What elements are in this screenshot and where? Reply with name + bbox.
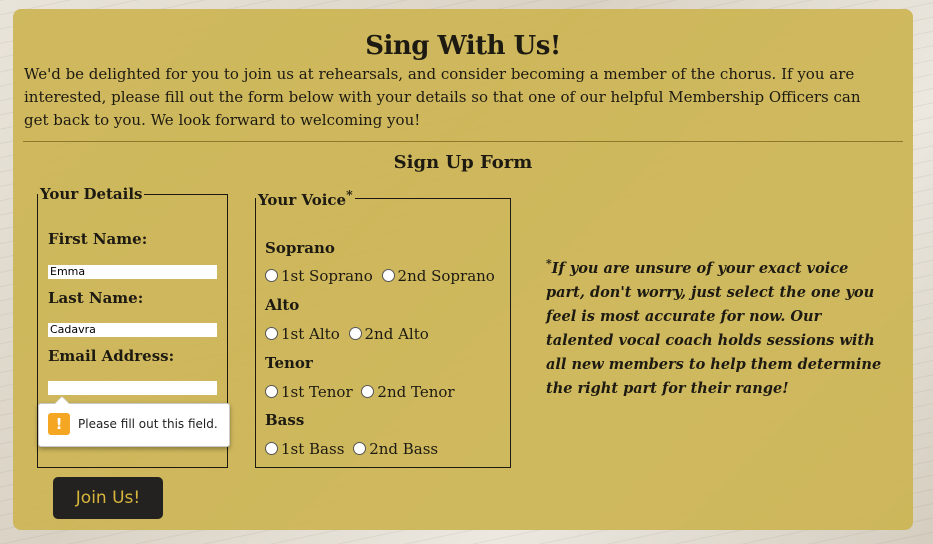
radio-circle[interactable] [381, 269, 395, 282]
radio-circle[interactable] [265, 327, 278, 340]
first-name-label: First Name: [48, 230, 148, 248]
voice-note-text: If you are unsure of your exact voice pa… [546, 259, 882, 397]
first-name-input[interactable] [48, 265, 217, 279]
radio-circle[interactable] [348, 327, 362, 340]
page-title: Sing With Us! [365, 31, 561, 61]
form-title: Sign Up Form [393, 152, 533, 173]
radio-2nd-soprano[interactable]: 2nd Soprano [381, 267, 495, 285]
soprano-options: 1st Soprano 2nd Soprano [265, 267, 499, 285]
intro-text: We'd be delighted for you to join us at … [24, 65, 861, 129]
email-label: Email Address: [48, 347, 175, 365]
signup-panel: Sing With Us! We'd be delighted for you … [13, 9, 913, 530]
details-legend: Your Details [40, 185, 143, 203]
divider [23, 141, 903, 142]
radio-circle[interactable] [265, 442, 278, 455]
validation-tooltip: ! Please fill out this field. [38, 396, 230, 447]
details-fieldset: Your Details First Name: Last Name: Emai… [37, 185, 230, 468]
email-input[interactable] [48, 381, 217, 395]
last-name-input[interactable] [48, 323, 217, 337]
radio-circle[interactable] [353, 442, 367, 455]
voice-note: *If you are unsure of your exact voice p… [546, 252, 891, 401]
radio-circle[interactable] [361, 385, 375, 398]
radio-2nd-bass[interactable]: 2nd Bass [353, 440, 438, 458]
voice-group-bass: Bass [265, 411, 305, 429]
radio-circle[interactable] [265, 385, 278, 398]
last-name-label: Last Name: [48, 289, 144, 307]
radio-2nd-tenor[interactable]: 2nd Tenor [361, 383, 455, 401]
warning-icon: ! [48, 413, 70, 435]
voice-fieldset: Your Voice* Soprano 1st Soprano 2nd Sopr… [255, 187, 511, 468]
voice-legend: Your Voice* [258, 187, 353, 209]
radio-1st-alto[interactable]: 1st Alto [265, 325, 340, 343]
radio-1st-tenor[interactable]: 1st Tenor [265, 383, 353, 401]
validation-message: Please fill out this field. [78, 417, 218, 431]
bass-options: 1st Bass 2nd Bass [265, 440, 442, 458]
voice-group-soprano: Soprano [265, 239, 335, 257]
tenor-options: 1st Tenor 2nd Tenor [265, 383, 459, 401]
voice-group-alto: Alto [265, 296, 300, 314]
required-asterisk: * [346, 187, 353, 202]
join-button[interactable]: Join Us! [53, 477, 163, 519]
radio-1st-soprano[interactable]: 1st Soprano [265, 267, 373, 285]
radio-1st-bass[interactable]: 1st Bass [265, 440, 344, 458]
radio-2nd-alto[interactable]: 2nd Alto [348, 325, 429, 343]
radio-circle[interactable] [265, 269, 278, 282]
voice-group-tenor: Tenor [265, 354, 313, 372]
alto-options: 1st Alto 2nd Alto [265, 325, 433, 343]
